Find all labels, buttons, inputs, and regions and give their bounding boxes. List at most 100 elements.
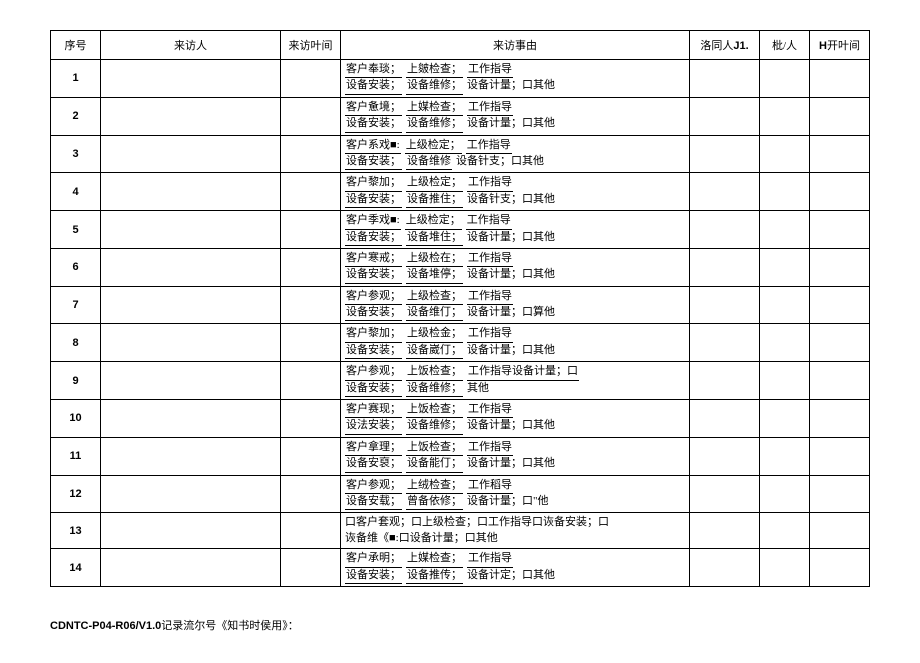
cell-reason: 客户惫境；上媒检查；工作指导设备安装；设备维修；设备计量；口其他: [341, 97, 690, 135]
footer-line: CDNTC-P04-R06/V1.0记录流尔号《知书时侯用》：: [50, 617, 870, 633]
reason-option: 工作指导设备计量；口: [467, 364, 579, 380]
table-row: 7客户参观；上级检查；工作指导设备安装；设备维仃；设备计量；口算他: [51, 286, 870, 324]
reason-option: 上级检查；: [406, 289, 463, 305]
reason-option: 设备维仃；: [406, 305, 463, 321]
reason-option: 设备计量；口"他: [467, 494, 549, 510]
cell-leave: [810, 135, 870, 173]
cell-time: [281, 248, 341, 286]
cell-approve: [760, 286, 810, 324]
cell-time: [281, 513, 341, 549]
cell-time: [281, 60, 341, 98]
cell-visitor: [101, 475, 281, 513]
reason-option: 设备堆住；: [406, 230, 463, 246]
header-reason: 来访事由: [341, 31, 690, 60]
cell-visitor: [101, 549, 281, 587]
cell-leave: [810, 286, 870, 324]
cell-reason: 客户承明；上媒检查；工作指导设备安装；设备推传；设备计定；口其他: [341, 549, 690, 587]
cell-visitor: [101, 362, 281, 400]
reason-option: 设备安装；: [345, 267, 402, 283]
cell-visitor: [101, 286, 281, 324]
cell-accomp: [690, 324, 760, 362]
reason-option: 设备安装；: [345, 230, 402, 246]
cell-leave: [810, 211, 870, 249]
reason-option: 设备安装；: [345, 192, 402, 208]
cell-time: [281, 173, 341, 211]
reason-option: 客户参观；: [345, 364, 402, 380]
cell-leave: [810, 248, 870, 286]
cell-seq: 8: [51, 324, 101, 362]
reason-option: 上级检定；: [406, 175, 463, 191]
cell-approve: [760, 475, 810, 513]
reason-option: 工作指导: [466, 138, 512, 154]
reason-option: 工作指导: [467, 440, 513, 456]
reason-option: 工作指导: [467, 326, 513, 342]
cell-leave: [810, 324, 870, 362]
cell-leave: [810, 173, 870, 211]
cell-approve: [760, 400, 810, 438]
reason-option: 上皴检查；: [406, 62, 463, 78]
cell-time: [281, 475, 341, 513]
cell-visitor: [101, 324, 281, 362]
reason-option: 设备针支；口其他: [456, 154, 544, 170]
header-approve: 枇/人: [760, 31, 810, 60]
reason-option: 工作指导: [467, 175, 513, 191]
cell-approve: [760, 513, 810, 549]
reason-option: 设备计量；口其他: [467, 78, 555, 94]
cell-time: [281, 286, 341, 324]
cell-time: [281, 362, 341, 400]
cell-seq: 12: [51, 475, 101, 513]
cell-seq: 14: [51, 549, 101, 587]
cell-approve: [760, 135, 810, 173]
cell-accomp: [690, 211, 760, 249]
cell-accomp: [690, 286, 760, 324]
table-row: 13口客户套观；口上级检查；口工作指导口诙备安装；口诙备维《■:口设备计量；口其…: [51, 513, 870, 549]
cell-approve: [760, 549, 810, 587]
cell-reason: 客户拿理；上饭检查；工作指导设备安裒；设备能仃；设备计量；口其他: [341, 437, 690, 475]
reason-option: 上级检在；: [406, 251, 463, 267]
cell-seq: 11: [51, 437, 101, 475]
reason-option: 客户黎加；: [345, 326, 402, 342]
reason-option: 设备计量；口其他: [467, 456, 555, 472]
reason-option: 设法安装；: [345, 418, 402, 434]
reason-option: 上级检定；: [405, 213, 462, 229]
reason-option: 客户奉琰；: [345, 62, 402, 78]
reason-option: 设备能仃；: [406, 456, 463, 472]
cell-seq: 1: [51, 60, 101, 98]
reason-option: 工作指导: [467, 100, 513, 116]
cell-accomp: [690, 362, 760, 400]
cell-leave: [810, 437, 870, 475]
reason-option: 客户系戏■:: [345, 138, 401, 154]
cell-visitor: [101, 513, 281, 549]
table-row: 10客户赛现；上饭检查；工作指导设法安装；设备维修；设备计量；口其他: [51, 400, 870, 438]
cell-time: [281, 135, 341, 173]
reason-option: 上媒检查；: [406, 100, 463, 116]
cell-seq: 3: [51, 135, 101, 173]
reason-option: 设备维修；: [406, 116, 463, 132]
cell-reason: 客户寒戒；上级检在；工作指导设备安装；设备堆停；设备计量；口其他: [341, 248, 690, 286]
cell-reason: 客户参观；上级检查；工作指导设备安装；设备维仃；设备计量；口算他: [341, 286, 690, 324]
cell-visitor: [101, 135, 281, 173]
reason-option: 工作指导: [467, 402, 513, 418]
reason-option: 工作指导: [466, 213, 512, 229]
cell-approve: [760, 248, 810, 286]
reason-option: 客户承明；: [345, 551, 402, 567]
cell-visitor: [101, 97, 281, 135]
header-accomp: 洛同人J1.: [690, 31, 760, 60]
reason-option: 客户季戏■:: [345, 213, 401, 229]
cell-visitor: [101, 248, 281, 286]
reason-option: 曾备依修；: [406, 494, 463, 510]
reason-option: 客户寒戒；: [345, 251, 402, 267]
reason-option: 设备安装；: [345, 305, 402, 321]
reason-option: 上饭检查；: [406, 364, 463, 380]
reason-option: 设备维修；: [406, 78, 463, 94]
reason-option: 客户黎加；: [345, 175, 402, 191]
cell-time: [281, 549, 341, 587]
reason-option: 设备安裒；: [345, 456, 402, 472]
reason-option: 设备安装；: [345, 116, 402, 132]
table-row: 11客户拿理；上饭检查；工作指导设备安裒；设备能仃；设备计量；口其他: [51, 437, 870, 475]
reason-option: 工作指导: [467, 251, 513, 267]
cell-approve: [760, 211, 810, 249]
table-row: 12客户参观；上绒检查；工作稻导设备安载；曾备依修；设备计量；口"他: [51, 475, 870, 513]
cell-accomp: [690, 97, 760, 135]
table-row: 1客户奉琰；上皴检查；工作指导设备安装；设备维修；设备计量；口其他: [51, 60, 870, 98]
